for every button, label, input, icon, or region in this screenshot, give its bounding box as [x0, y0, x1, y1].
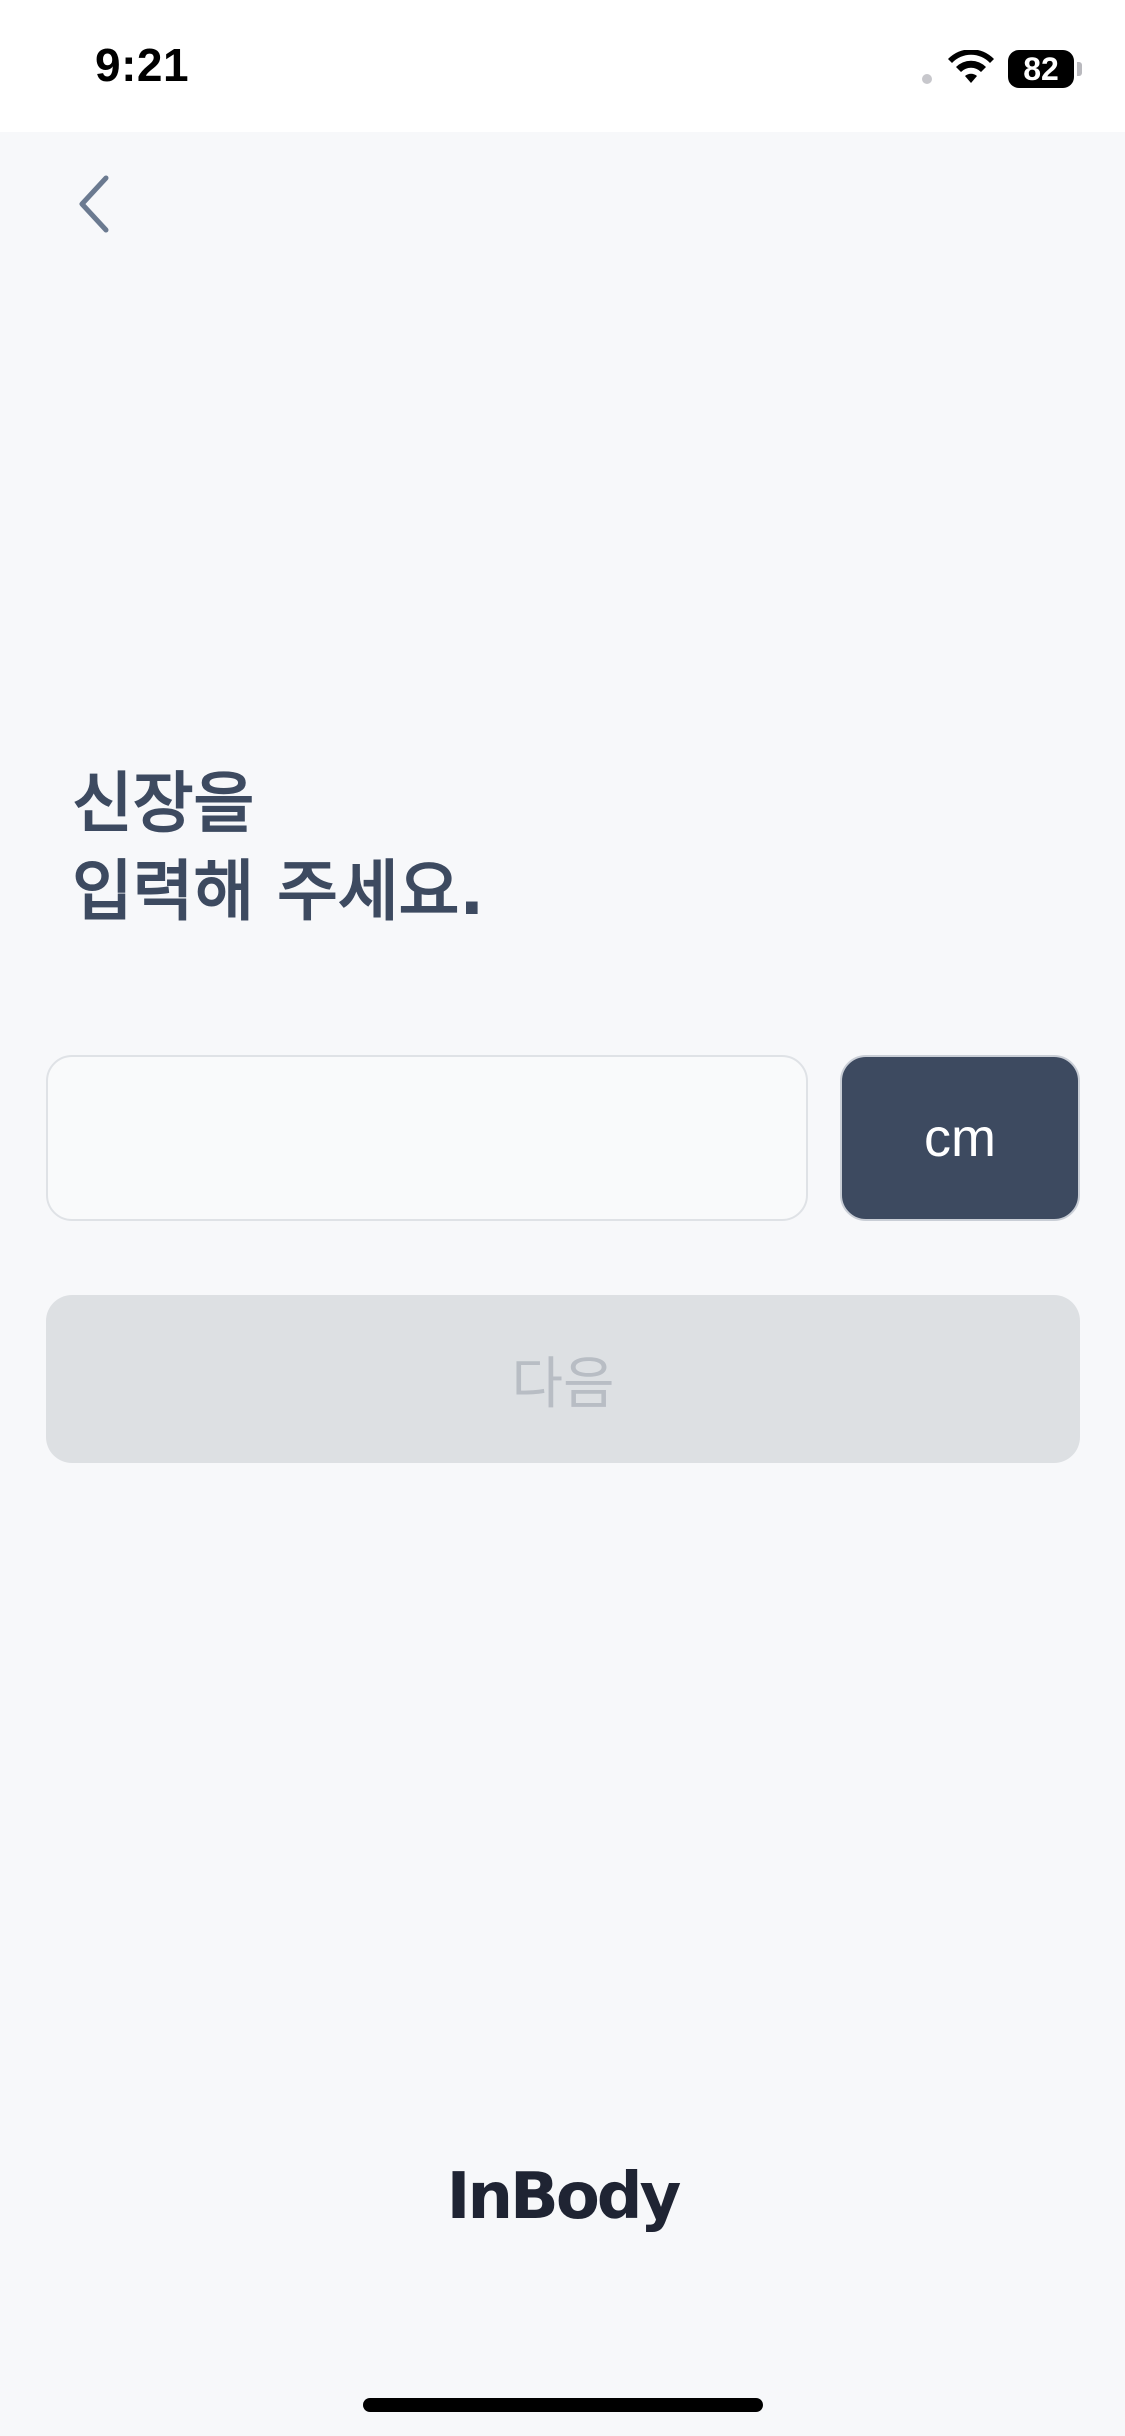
battery-cap-icon	[1077, 62, 1082, 76]
brand-logo: InBody	[446, 2160, 682, 2234]
next-button-label: 다음	[511, 1351, 615, 1417]
chevron-left-icon	[79, 175, 109, 233]
page-title: 신장을 입력해 주세요.	[72, 765, 485, 930]
back-button[interactable]	[62, 168, 126, 240]
unit-button[interactable]: cm	[840, 1055, 1080, 1221]
wifi-icon	[948, 50, 994, 83]
next-button[interactable]: 다음	[46, 1295, 1080, 1463]
height-entry-screen: 9:21 82 신장을 입력해 주세요. cm 다음 InBody	[0, 0, 1125, 2436]
unit-label: cm	[924, 1108, 996, 1168]
status-time: 9:21	[95, 39, 190, 91]
recording-dot-icon	[922, 74, 932, 84]
home-indicator[interactable]	[363, 2398, 763, 2412]
battery-level: 82	[1023, 51, 1059, 87]
status-bar: 9:21 82	[0, 0, 1125, 132]
height-input[interactable]	[46, 1055, 808, 1221]
battery-icon: 82	[1008, 50, 1074, 88]
